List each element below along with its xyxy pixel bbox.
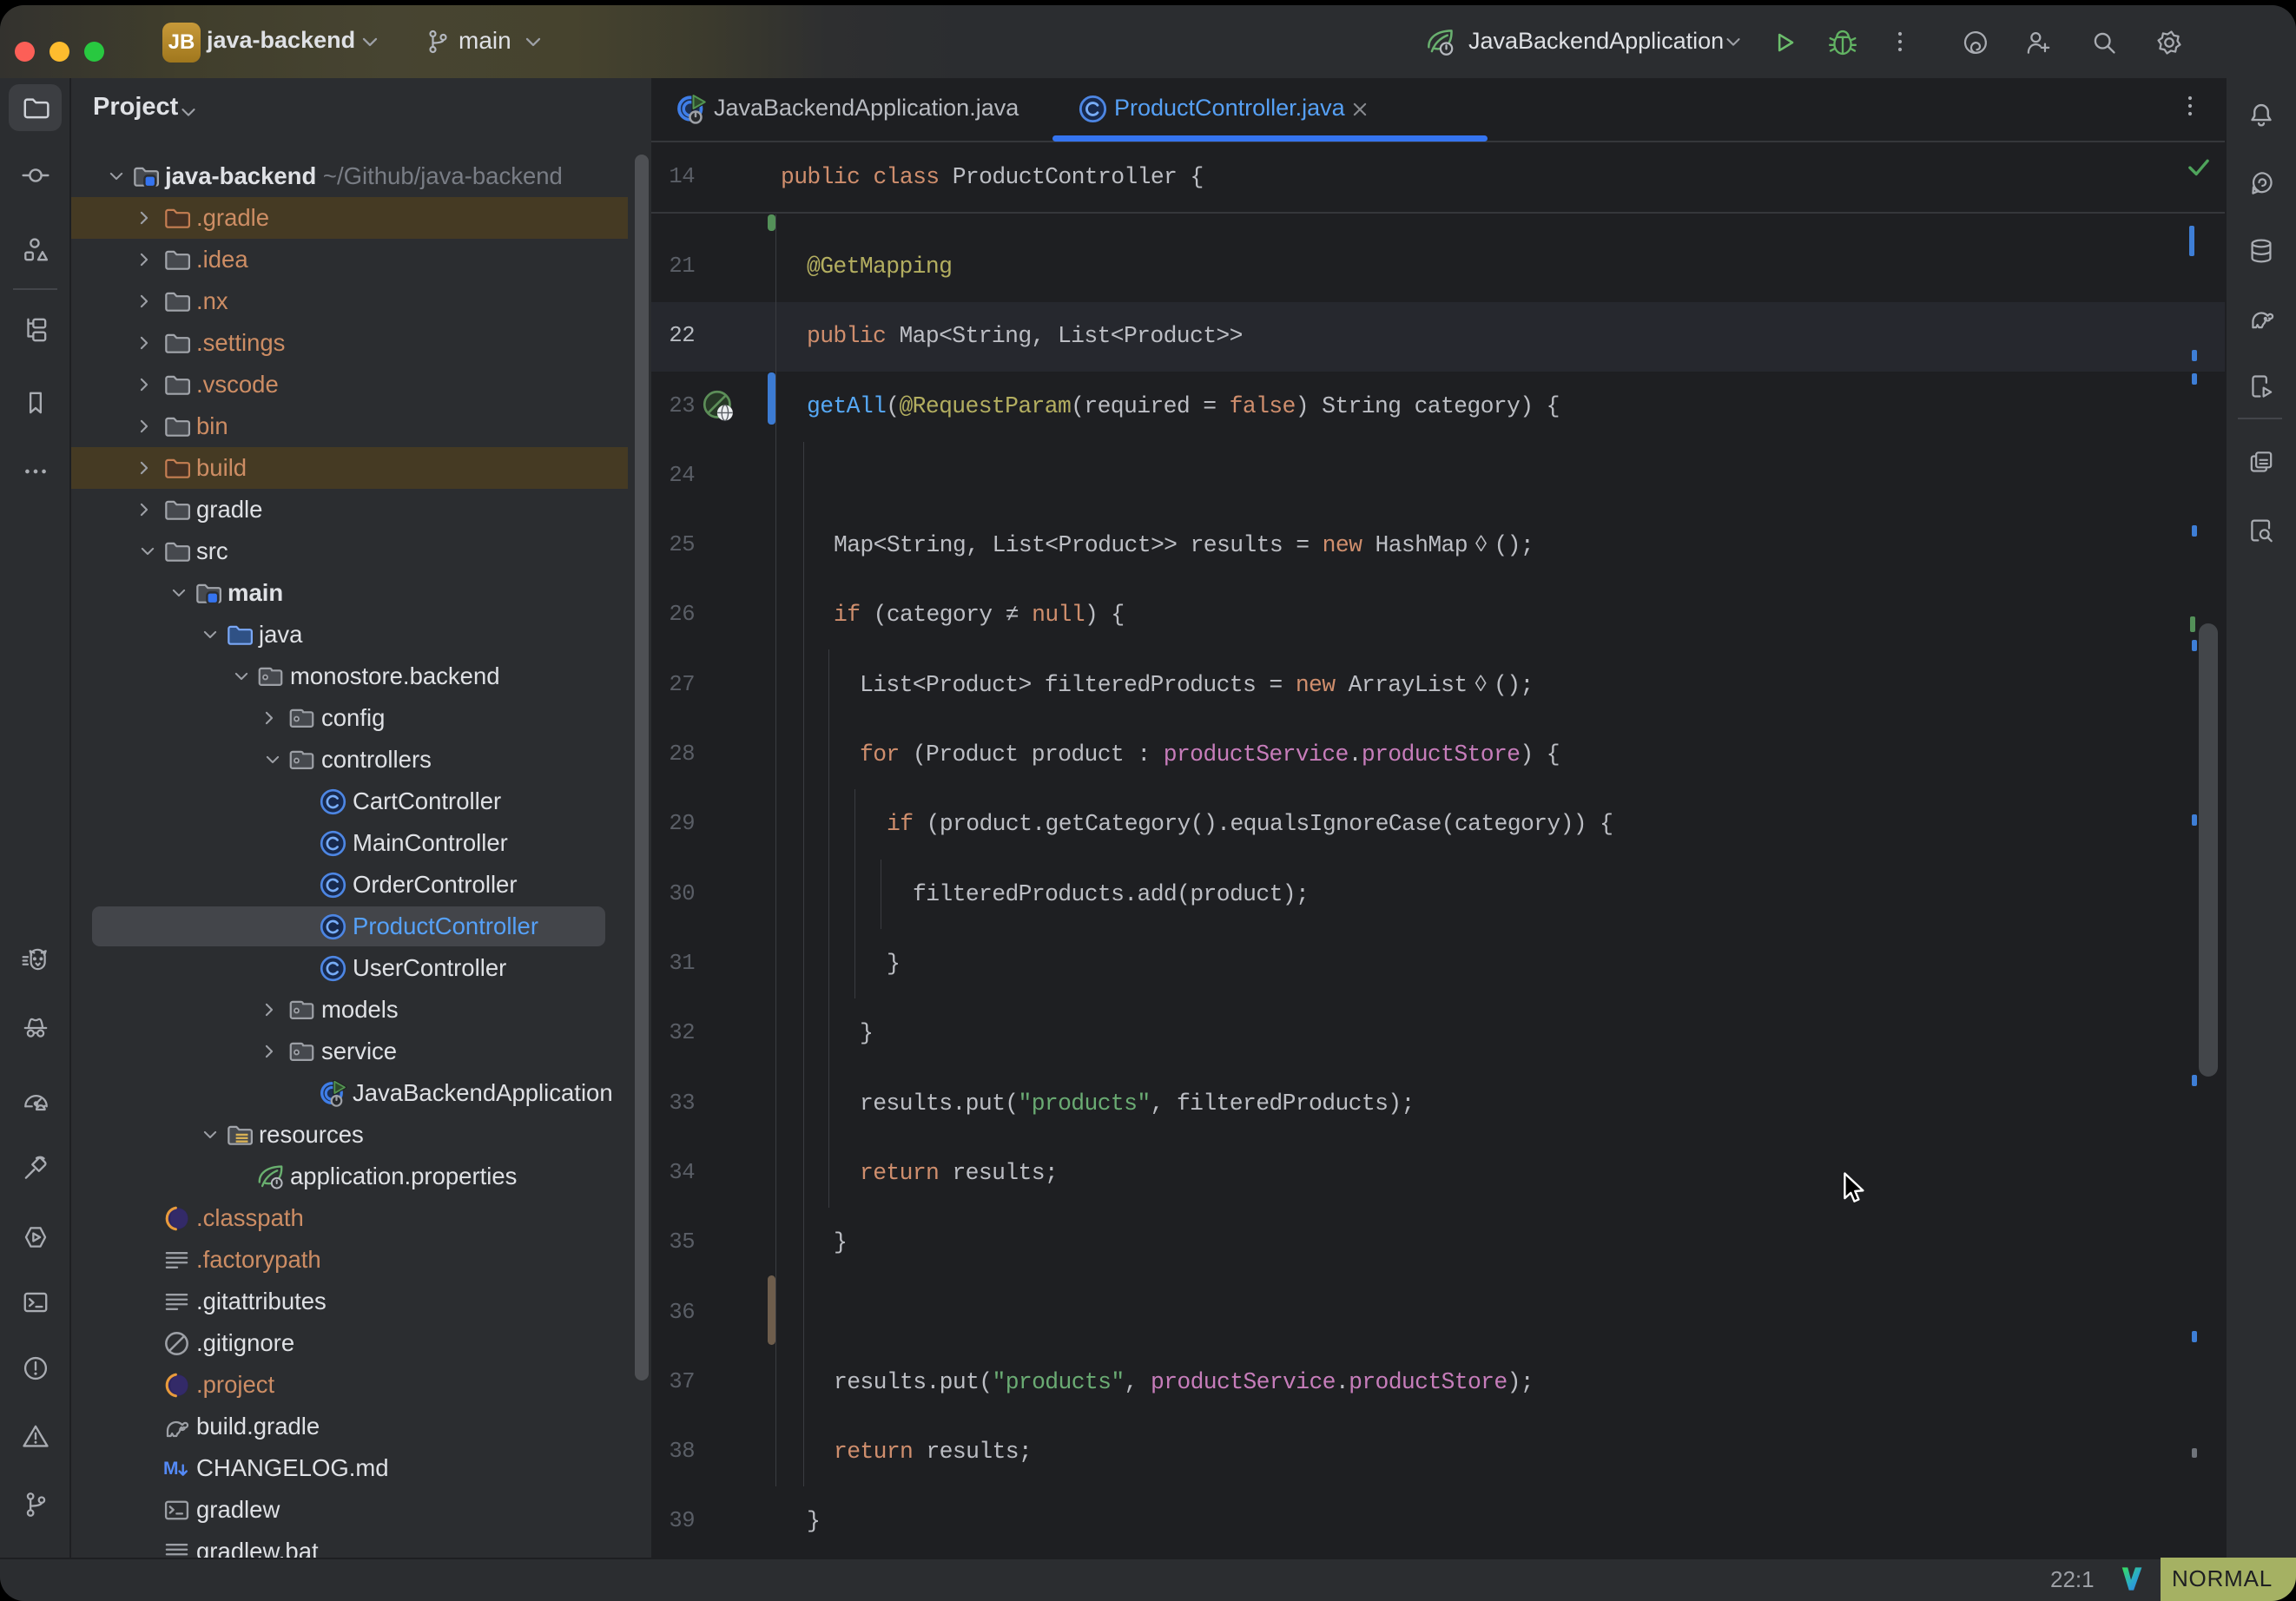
svg-text:M: M <box>163 1459 179 1479</box>
